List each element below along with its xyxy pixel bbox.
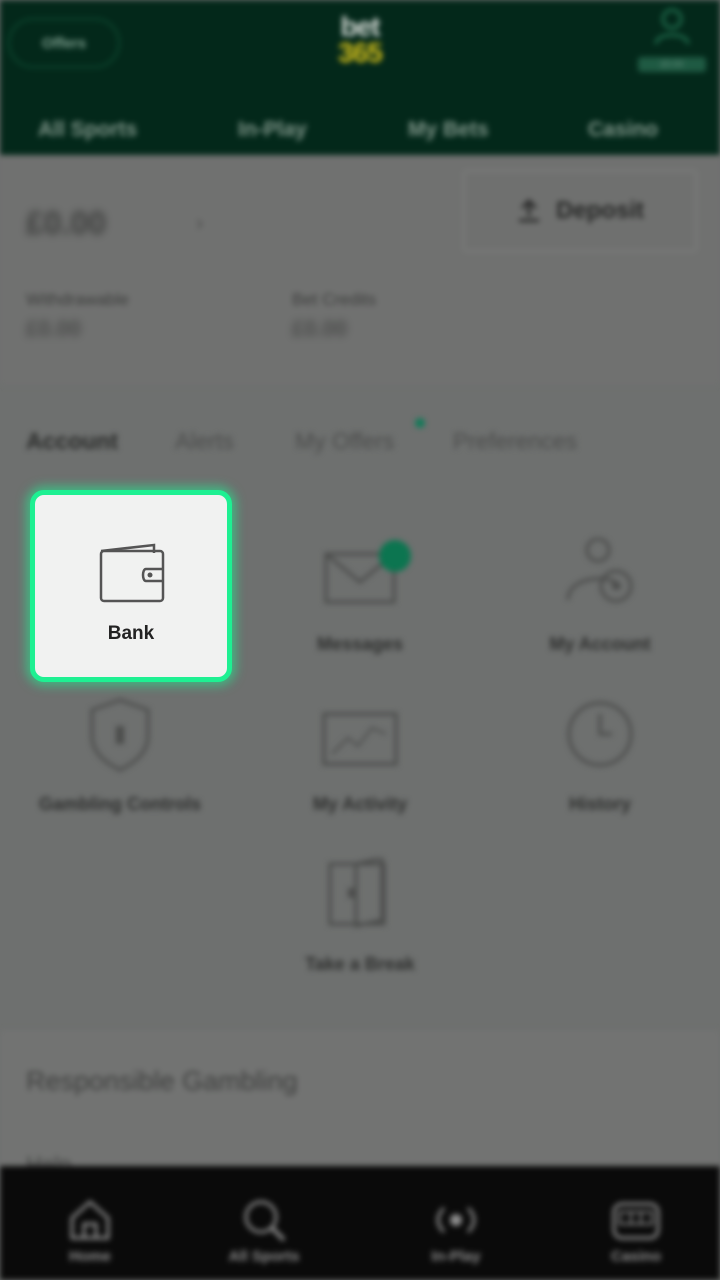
messages-notification-dot bbox=[379, 540, 411, 572]
bottom-home-label: Home bbox=[69, 1248, 111, 1265]
notification-dot bbox=[415, 418, 425, 428]
gambling-controls-tile[interactable]: Gambling Controls bbox=[0, 698, 240, 858]
nav-in-play[interactable]: In-Play bbox=[238, 118, 307, 142]
header-balance: £0.00 bbox=[638, 57, 706, 72]
my-account-tile[interactable]: My Account bbox=[480, 538, 720, 698]
bet-credits-label: Bet Credits bbox=[292, 290, 377, 309]
bottom-nav: Home All Sports In-Play Casino bbox=[0, 1166, 720, 1280]
upload-icon bbox=[518, 198, 539, 222]
top-nav: All Sports In-Play My Bets Casino bbox=[0, 110, 720, 152]
chevron-right-icon[interactable]: › bbox=[196, 210, 203, 236]
account-tabs: Account Alerts My Offers Preferences bbox=[0, 418, 720, 464]
nav-casino[interactable]: Casino bbox=[588, 118, 658, 142]
my-activity-label: My Activity bbox=[312, 794, 408, 814]
main-balance[interactable]: £0.00 bbox=[26, 205, 106, 242]
history-tile[interactable]: History bbox=[480, 698, 720, 858]
bank-label: Bank bbox=[107, 623, 155, 644]
gambling-controls-label: Gambling Controls bbox=[39, 794, 201, 814]
search-icon bbox=[244, 1200, 286, 1242]
take-a-break-tile[interactable]: Take a Break bbox=[240, 858, 480, 1018]
history-label: History bbox=[568, 794, 631, 814]
slot-machine-icon bbox=[612, 1202, 660, 1240]
clock-icon bbox=[567, 701, 633, 767]
shield-icon bbox=[90, 698, 150, 772]
bottom-casino-label: Casino bbox=[610, 1248, 661, 1265]
responsible-gambling-title[interactable]: Responsible Gambling bbox=[26, 1066, 298, 1097]
activity-chart-icon bbox=[322, 712, 398, 766]
messages-tile[interactable]: Messages bbox=[240, 538, 480, 698]
responsible-section bbox=[0, 1030, 720, 1170]
bet365-logo[interactable]: bet 365 bbox=[324, 13, 396, 68]
messages-label: Messages bbox=[316, 634, 404, 654]
deposit-label: Deposit bbox=[555, 197, 644, 224]
header: Offers bet 365 £0.00 All Sports In-Play … bbox=[0, 0, 720, 155]
nav-my-bets[interactable]: My Bets bbox=[408, 118, 489, 142]
bottom-nav-casino[interactable]: Casino bbox=[546, 1166, 720, 1280]
bottom-nav-all-sports[interactable]: All Sports bbox=[174, 1166, 354, 1280]
offers-button[interactable]: Offers bbox=[8, 18, 120, 68]
take-a-break-label: Take a Break bbox=[305, 954, 415, 974]
wallet-icon bbox=[99, 543, 165, 603]
deposit-button[interactable]: Deposit bbox=[463, 170, 697, 252]
withdrawable-value: £0.00 bbox=[26, 316, 82, 341]
home-icon bbox=[70, 1199, 110, 1240]
bottom-nav-home[interactable]: Home bbox=[0, 1166, 180, 1280]
tab-my-offers[interactable]: My Offers bbox=[295, 428, 394, 455]
withdrawable-label: Withdrawable bbox=[26, 290, 129, 309]
bank-tile[interactable]: Bank bbox=[30, 490, 232, 682]
account-coin-icon bbox=[566, 538, 633, 603]
tab-account[interactable]: Account bbox=[26, 428, 118, 455]
bottom-in-play-label: In-Play bbox=[431, 1248, 481, 1265]
tab-alerts[interactable]: Alerts bbox=[175, 428, 234, 455]
bottom-nav-in-play[interactable]: In-Play bbox=[366, 1166, 546, 1280]
bottom-all-sports-label: All Sports bbox=[228, 1248, 300, 1265]
bet-credits-value: £0.00 bbox=[292, 316, 348, 341]
nav-all-sports[interactable]: All Sports bbox=[38, 118, 137, 142]
user-icon[interactable] bbox=[652, 6, 692, 46]
broadcast-icon bbox=[436, 1206, 476, 1234]
my-activity-tile[interactable]: My Activity bbox=[240, 698, 480, 858]
door-icon bbox=[328, 858, 386, 928]
my-account-label: My Account bbox=[549, 634, 651, 654]
tab-preferences[interactable]: Preferences bbox=[453, 428, 577, 455]
logo-bottom: 365 bbox=[338, 37, 383, 68]
